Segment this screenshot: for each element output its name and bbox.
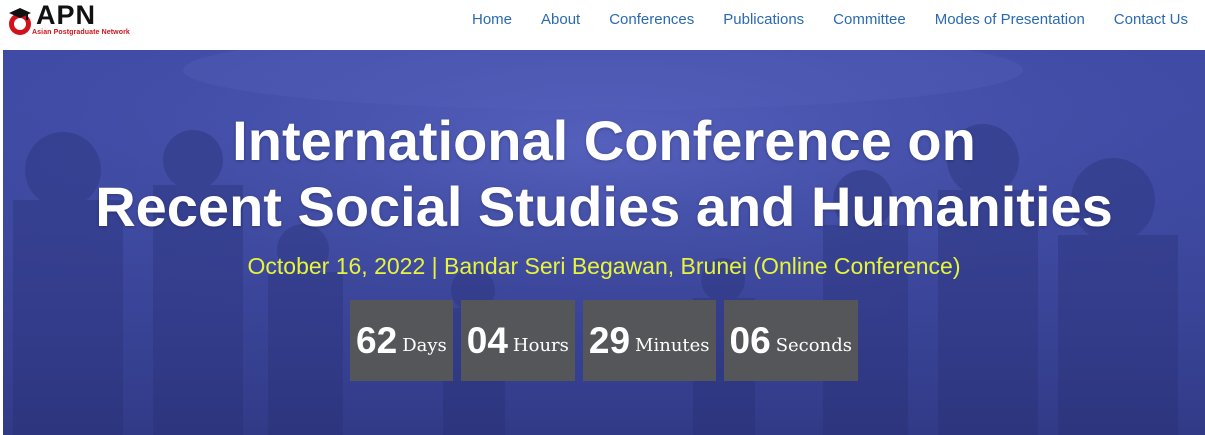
event-date-location: October 16, 2022 | Bandar Seri Begawan, … xyxy=(247,253,961,279)
nav-publications[interactable]: Publications xyxy=(723,11,804,29)
countdown-seconds-value: 06 xyxy=(729,319,771,361)
logo-subtitle: Asian Postgraduate Network xyxy=(32,29,130,36)
countdown-days-label: Days xyxy=(402,334,447,356)
nav-committee[interactable]: Committee xyxy=(833,11,906,29)
countdown-hours-label: Hours xyxy=(512,334,569,356)
nav-modes-of-presentation[interactable]: Modes of Presentation xyxy=(935,11,1085,29)
site-header: APN Asian Postgraduate Network Home Abou… xyxy=(0,0,1205,50)
nav-home[interactable]: Home xyxy=(472,11,512,29)
countdown-days: 62 Days xyxy=(350,300,453,381)
logo-text: APN xyxy=(36,0,97,30)
countdown-seconds: 06 Seconds xyxy=(723,300,858,381)
hero-banner: International Conference on Recent Socia… xyxy=(3,50,1205,435)
nav-conferences[interactable]: Conferences xyxy=(609,11,694,29)
countdown-hours-value: 04 xyxy=(466,319,508,361)
nav-contact-us[interactable]: Contact Us xyxy=(1114,11,1188,29)
countdown-hours: 04 Hours xyxy=(460,300,575,381)
countdown-minutes-label: Minutes xyxy=(635,334,710,356)
hero-title-line-2: Recent Social Studies and Humanities xyxy=(95,175,1113,238)
hero-title-line-1: International Conference on xyxy=(232,109,976,172)
nav-about[interactable]: About xyxy=(541,11,580,29)
countdown-minutes: 29 Minutes xyxy=(582,300,716,381)
countdown-minutes-value: 29 xyxy=(588,319,631,361)
site-logo[interactable]: APN Asian Postgraduate Network xyxy=(6,0,146,40)
countdown-seconds-label: Seconds xyxy=(775,334,852,356)
main-nav: Home About Conferences Publications Comm… xyxy=(472,11,1188,29)
countdown-days-value: 62 xyxy=(356,319,398,361)
countdown-timer: 62 Days 04 Hours 29 Minutes 06 Seconds xyxy=(3,300,1205,381)
hero-title: International Conference on Recent Socia… xyxy=(3,108,1205,240)
